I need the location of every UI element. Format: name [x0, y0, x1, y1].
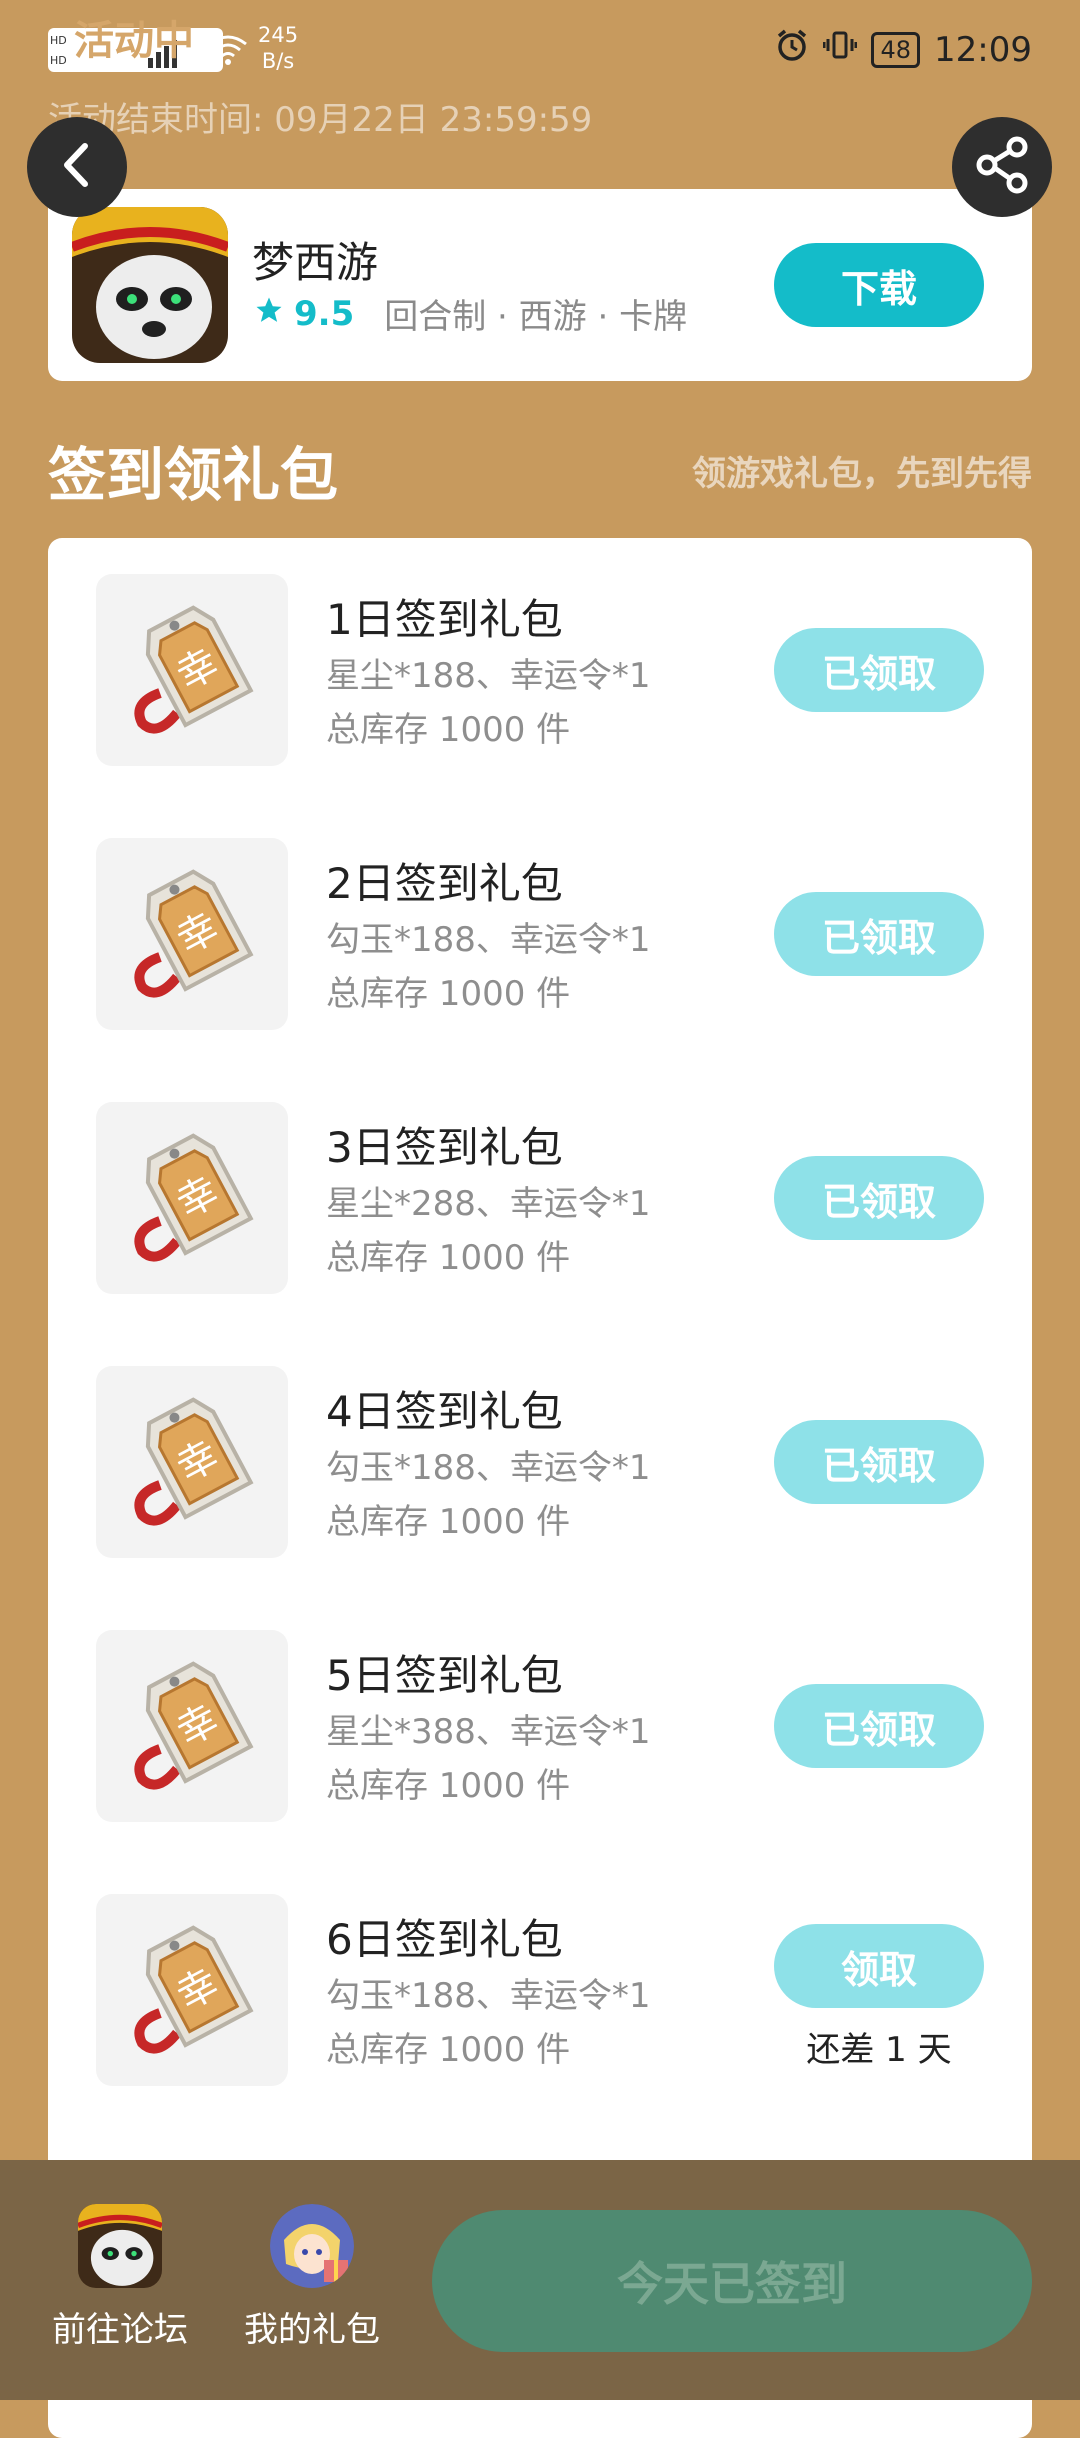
list-item: 幸 3日签到礼包 星尘*288、幸运令*1 总库存 1000 件 已领取 — [48, 1066, 1032, 1330]
forum-app-icon — [78, 2204, 162, 2288]
my-gifts-label: 我的礼包 — [244, 2310, 380, 2350]
speed-unit: B/s — [261, 49, 295, 73]
gift-title: 5日签到礼包 — [326, 1651, 563, 1700]
gift-contents: 星尘*188、幸运令*1 — [326, 656, 651, 696]
signed-in-today-button[interactable]: 今天已签到 — [432, 2210, 1032, 2352]
my-gifts-link[interactable]: 我的礼包 — [222, 2204, 402, 2351]
section-subtitle: 领游戏礼包，先到先得 — [692, 454, 1032, 494]
lucky-token-icon: 幸 — [122, 1649, 262, 1803]
gift-list: 幸 1日签到礼包 星尘*188、幸运令*1 总库存 1000 件 已领取 幸 2… — [48, 538, 1032, 2438]
activity-tag: 活动中 — [74, 18, 194, 64]
lucky-token-icon: 幸 — [122, 593, 262, 747]
gift-contents: 勾玉*188、幸运令*1 — [326, 920, 651, 960]
lucky-token-icon: 幸 — [122, 1385, 262, 1539]
gift-stock: 总库存 1000 件 — [326, 1238, 571, 1278]
claimed-button[interactable]: 已领取 — [774, 1684, 984, 1768]
vibrate-icon — [822, 28, 858, 71]
gift-thumbnail: 幸 — [96, 838, 288, 1030]
gift-contents: 勾玉*188、幸运令*1 — [326, 1448, 651, 1488]
lucky-token-icon: 幸 — [122, 1913, 262, 2067]
gift-title: 6日签到礼包 — [326, 1915, 563, 1964]
speed-value: 245 — [258, 23, 299, 47]
back-button[interactable] — [27, 117, 127, 217]
gift-stock: 总库存 1000 件 — [326, 1766, 571, 1806]
gift-title: 1日签到礼包 — [326, 595, 563, 644]
gift-stock: 总库存 1000 件 — [326, 2030, 571, 2070]
app-tags: 回合制 · 西游 · 卡牌 — [384, 297, 688, 337]
gift-contents: 星尘*388、幸运令*1 — [326, 1712, 651, 1752]
gift-stock: 总库存 1000 件 — [326, 974, 571, 1014]
list-item: 幸 5日签到礼包 星尘*388、幸运令*1 总库存 1000 件 已领取 — [48, 1594, 1032, 1858]
forum-label: 前往论坛 — [52, 2310, 188, 2350]
alarm-icon — [775, 28, 809, 71]
svg-text:HD: HD — [50, 54, 67, 67]
app-rating: 9.5 — [294, 293, 355, 334]
claimed-button[interactable]: 已领取 — [774, 1156, 984, 1240]
download-button[interactable]: 下载 — [774, 243, 984, 327]
list-item: 幸 6日签到礼包 勾玉*188、幸运令*1 总库存 1000 件 领取 还差 1… — [48, 1858, 1032, 2122]
gift-contents: 勾玉*188、幸运令*1 — [326, 1976, 651, 2016]
days-remaining-note: 还差 1 天 — [806, 2030, 952, 2070]
list-item: 幸 1日签到礼包 星尘*188、幸运令*1 总库存 1000 件 已领取 — [48, 538, 1032, 802]
activity-end-time: 活动结束时间: 09月22日 23:59:59 — [48, 100, 593, 140]
gift-thumbnail: 幸 — [96, 1366, 288, 1558]
status-right: 48 12:09 — [775, 28, 1032, 71]
claim-button[interactable]: 领取 — [774, 1924, 984, 2008]
my-gifts-icon — [270, 2204, 354, 2288]
gift-stock: 总库存 1000 件 — [326, 710, 571, 750]
gift-title: 2日签到礼包 — [326, 859, 563, 908]
lucky-token-icon: 幸 — [122, 857, 262, 1011]
list-item: 幸 2日签到礼包 勾玉*188、幸运令*1 总库存 1000 件 已领取 — [48, 802, 1032, 1066]
gift-thumbnail: 幸 — [96, 574, 288, 766]
gift-thumbnail: 幸 — [96, 1894, 288, 2086]
list-item: 幸 4日签到礼包 勾玉*188、幸运令*1 总库存 1000 件 已领取 — [48, 1330, 1032, 1594]
gift-title: 3日签到礼包 — [326, 1123, 563, 1172]
section-title: 签到领礼包 — [48, 441, 339, 509]
app-card: 梦西游 9.5 回合制 · 西游 · 卡牌 下载 — [48, 189, 1032, 381]
bottom-bar: 前往论坛 我的礼包 今天已签到 — [0, 2160, 1080, 2400]
app-icon[interactable] — [72, 207, 228, 363]
chevron-left-icon — [57, 140, 97, 194]
forum-link[interactable]: 前往论坛 — [30, 2204, 210, 2351]
clock: 12:09 — [934, 29, 1032, 70]
battery-icon: 48 — [871, 31, 921, 68]
gift-title: 4日签到礼包 — [326, 1387, 563, 1436]
wifi-icon — [208, 34, 248, 70]
gift-thumbnail: 幸 — [96, 1102, 288, 1294]
star-icon — [254, 294, 284, 334]
status-bar: HD HD 活动中 245 B/s 48 12:09 — [0, 0, 1080, 100]
svg-text:HD: HD — [50, 34, 67, 47]
lucky-token-icon: 幸 — [122, 1121, 262, 1275]
claimed-button[interactable]: 已领取 — [774, 628, 984, 712]
gift-thumbnail: 幸 — [96, 1630, 288, 1822]
app-name: 梦西游 — [252, 238, 379, 287]
claimed-button[interactable]: 已领取 — [774, 892, 984, 976]
gift-contents: 星尘*288、幸运令*1 — [326, 1184, 651, 1224]
share-icon — [973, 136, 1031, 198]
gift-stock: 总库存 1000 件 — [326, 1502, 571, 1542]
claimed-button[interactable]: 已领取 — [774, 1420, 984, 1504]
share-button[interactable] — [952, 117, 1052, 217]
app-meta: 9.5 回合制 · 西游 · 卡牌 — [254, 289, 687, 338]
network-speed: 245 B/s — [258, 22, 298, 74]
